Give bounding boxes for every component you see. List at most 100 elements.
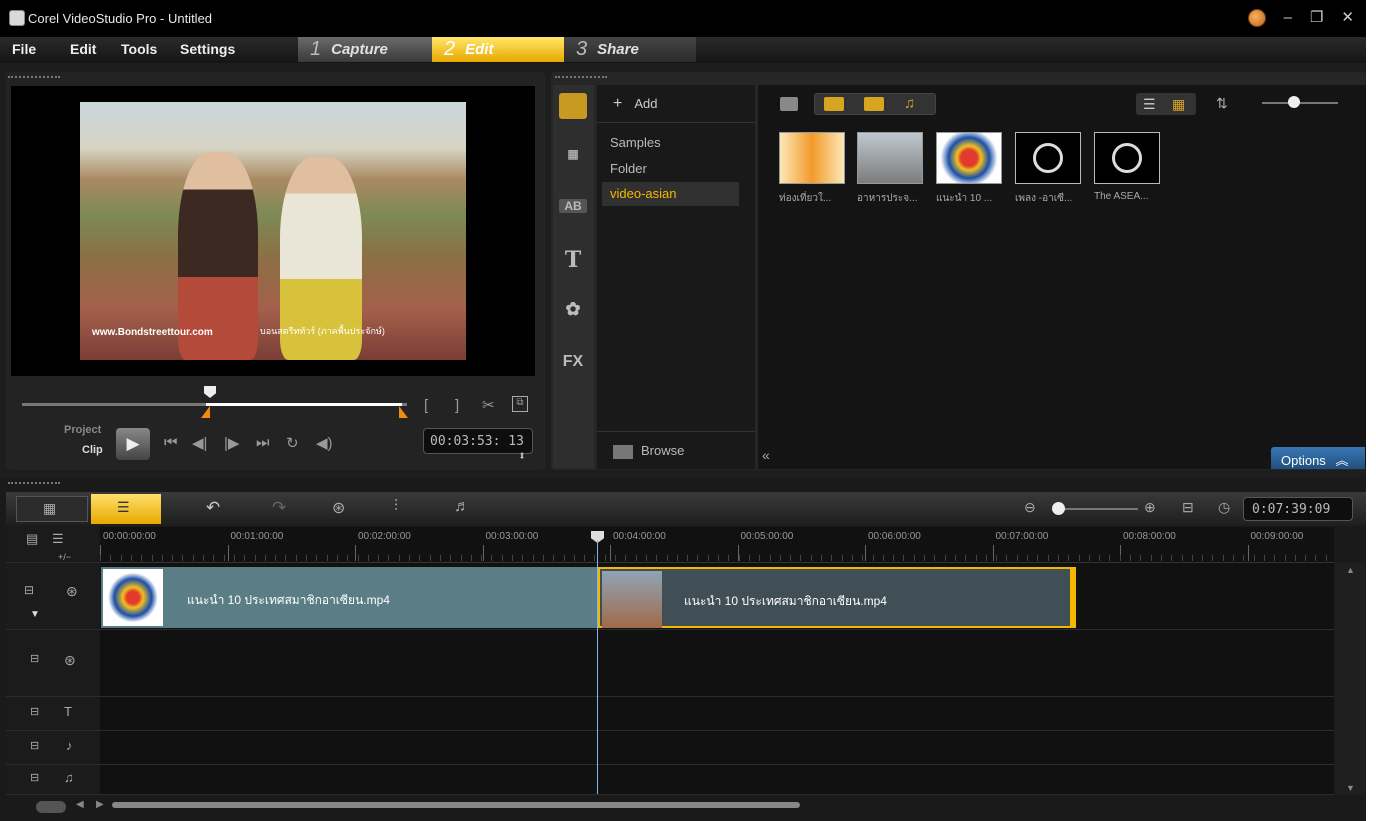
fit-project-icon[interactable]: ⊟ — [1182, 499, 1194, 516]
previous-frame-icon[interactable]: ◀| — [192, 434, 207, 452]
clip-mode-label[interactable]: Clip — [82, 444, 103, 456]
tab-edit[interactable]: 2 Edit — [432, 37, 564, 62]
overlay-track-header: ⊟ ⊛ — [6, 630, 100, 697]
tab-share[interactable]: 3 Share — [564, 37, 696, 62]
add-track-button[interactable]: +/− — [58, 552, 71, 562]
timeline-ruler[interactable]: 00:00:00:00 00:01:00:00 00:02:00:00 00:03:0… — [100, 527, 1334, 563]
overlay-track-icon[interactable]: ⊛ — [64, 652, 76, 669]
volume-icon[interactable]: ◀) — [316, 434, 333, 452]
show-photos-icon[interactable] — [864, 97, 884, 111]
folder-item-folder[interactable]: Folder — [610, 161, 647, 176]
instant-project-icon[interactable]: ▦ — [559, 147, 587, 161]
horizontal-scrollbar[interactable] — [112, 802, 800, 808]
mark-out-button[interactable]: ] — [455, 397, 459, 414]
lock-icon[interactable]: ⊟ — [24, 583, 34, 597]
zoom-in-icon[interactable]: ⊕ — [1144, 499, 1156, 516]
storyboard-view-button[interactable]: ▦ — [16, 496, 88, 522]
lock-icon[interactable]: ⊟ — [30, 739, 39, 752]
scroll-up-icon[interactable]: ▲ — [1346, 565, 1355, 575]
zoom-out-icon[interactable]: ⊖ — [1024, 499, 1036, 516]
audio-thumb-1[interactable] — [1015, 132, 1081, 184]
home-icon[interactable]: ⏮ — [164, 434, 178, 451]
menu-edit[interactable]: Edit — [70, 41, 96, 57]
preview-timecode[interactable]: 00:03:53: 13 ⬍ — [423, 428, 533, 464]
scroll-down-icon[interactable]: ▼ — [1346, 783, 1355, 793]
voice-track-icon[interactable]: ♪ — [66, 738, 73, 753]
panel-grip[interactable] — [8, 76, 60, 78]
thumbnail-size-slider[interactable] — [1262, 102, 1338, 104]
play-button[interactable]: ▶ — [116, 428, 150, 460]
sort-icon[interactable]: ⇅ — [1216, 95, 1228, 112]
tab-capture[interactable]: 1 Capture — [298, 37, 432, 62]
enlarge-preview-icon[interactable]: ⧉ — [512, 396, 528, 412]
restore-button[interactable]: ❐ — [1310, 10, 1323, 26]
thumbnail-size-knob[interactable] — [1288, 96, 1300, 108]
chapter-icon[interactable]: ☰ — [52, 531, 64, 547]
record-capture-icon[interactable]: ⊛ — [332, 498, 345, 518]
ruler-minor-tick — [1119, 555, 1121, 561]
close-button[interactable]: ✕ — [1341, 10, 1354, 26]
transition-tab-icon[interactable]: AB — [559, 199, 587, 213]
menu-file[interactable]: File — [12, 41, 36, 57]
undo-icon[interactable]: ↶ — [206, 498, 220, 518]
next-frame-icon[interactable]: |▶ — [224, 434, 239, 452]
folder-item-samples[interactable]: Samples — [610, 135, 661, 150]
globe-icon[interactable] — [1247, 9, 1266, 27]
filter-tab-icon[interactable]: FX — [559, 353, 587, 371]
folder-icon[interactable] — [780, 97, 798, 111]
music-track[interactable] — [100, 765, 1334, 795]
title-track-icon[interactable]: T — [64, 704, 72, 719]
track-manager-icon[interactable]: ▤ — [26, 531, 38, 547]
voice-track[interactable] — [100, 731, 1334, 765]
scissors-icon[interactable]: ✂ — [482, 396, 495, 414]
lock-icon[interactable]: ⊟ — [30, 771, 39, 784]
add-track-pill[interactable] — [36, 801, 66, 813]
title-track[interactable] — [100, 697, 1334, 731]
menu-tools[interactable]: Tools — [121, 41, 157, 57]
repeat-icon[interactable]: ↻ — [286, 434, 299, 452]
ruler-minor-tick — [676, 555, 678, 561]
show-audio-icon[interactable]: ♫ — [904, 95, 915, 112]
overlay-track[interactable] — [100, 630, 1334, 697]
auto-music-icon[interactable]: ♬ — [454, 498, 470, 516]
media-thumb-3[interactable] — [936, 132, 1002, 184]
title-tab-icon[interactable]: T — [559, 247, 587, 273]
timeline-clip[interactable]: แนะนำ 10 ประเทศสมาชิกอาเซียน.mp4 — [101, 567, 597, 628]
folder-item-video-asian[interactable]: video-asian — [602, 182, 739, 206]
timeline-view-button[interactable]: ☰ — [91, 494, 161, 524]
timeline-clip-selected[interactable]: แนะนำ 10 ประเทศสมาชิกอาเซียน.mp4 — [598, 567, 1076, 628]
redo-icon[interactable]: ↷ — [272, 498, 286, 518]
add-folder-button[interactable]: + Add — [613, 95, 657, 113]
expand-icon[interactable]: ▼ — [30, 609, 40, 620]
timeline-grip[interactable] — [8, 482, 60, 484]
zoom-slider[interactable] — [1058, 508, 1138, 510]
media-tab-icon[interactable] — [559, 93, 587, 119]
collapse-library-icon[interactable]: « — [762, 447, 770, 463]
media-thumb-2[interactable] — [857, 132, 923, 184]
lock-icon[interactable]: ⊟ — [30, 652, 39, 665]
video-track-icon[interactable]: ⊛ — [66, 583, 78, 600]
media-thumb-1[interactable] — [779, 132, 845, 184]
end-icon[interactable]: ⏭ — [256, 434, 270, 451]
scroll-left-icon[interactable]: ◀ — [76, 799, 84, 810]
ruler-minor-tick — [810, 555, 812, 561]
vertical-scrollbar[interactable]: ▲ ▼ — [1335, 563, 1366, 795]
scroll-right-icon[interactable]: ▶ — [96, 799, 104, 810]
music-track-icon[interactable]: ♫ — [64, 770, 74, 785]
mark-in-button[interactable]: [ — [424, 397, 428, 414]
project-mode-label[interactable]: Project — [64, 424, 101, 436]
timecode-spinner-icon[interactable]: ⬍ — [518, 449, 526, 464]
list-view-icon[interactable]: ☰ — [1143, 96, 1156, 113]
menu-settings[interactable]: Settings — [180, 41, 235, 57]
options-button[interactable]: Options ︽ — [1271, 447, 1365, 469]
browse-button[interactable]: Browse — [613, 443, 684, 459]
library-grip[interactable] — [555, 76, 607, 78]
thumbnail-view-icon[interactable]: ▦ — [1172, 96, 1185, 113]
show-videos-icon[interactable] — [824, 97, 844, 111]
lock-icon[interactable]: ⊟ — [30, 705, 39, 718]
audio-thumb-2[interactable] — [1094, 132, 1160, 184]
zoom-knob[interactable] — [1052, 502, 1065, 515]
minimize-button[interactable]: – — [1284, 10, 1292, 26]
graphic-tab-icon[interactable]: ✿ — [559, 299, 587, 320]
sound-mixer-icon[interactable]: ⫶ — [394, 498, 398, 516]
